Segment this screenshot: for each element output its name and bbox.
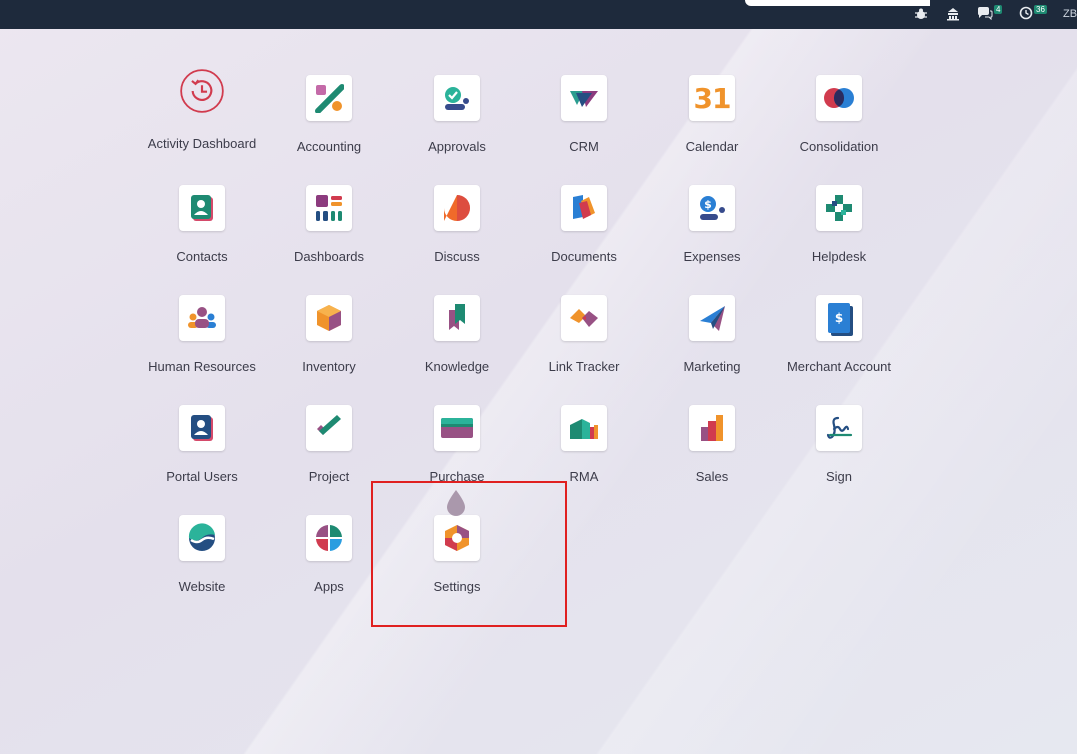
approvals-icon [434, 75, 480, 121]
user-avatar[interactable]: ZB [1063, 4, 1077, 24]
app-merchant-account[interactable]: $ Merchant Account [775, 295, 903, 374]
website-icon [179, 515, 225, 561]
purchase-icon [434, 405, 480, 451]
dashboards-icon [306, 185, 352, 231]
app-label: Link Tracker [548, 359, 620, 374]
app-label: Discuss [434, 249, 480, 264]
app-label: Calendar [685, 139, 739, 154]
app-label: Accounting [296, 139, 362, 154]
app-contacts[interactable]: Contacts [138, 185, 266, 264]
merchant-account-icon: $ [816, 295, 862, 341]
app-expenses[interactable]: $ Expenses [648, 185, 776, 264]
app-rma[interactable]: RMA [520, 405, 648, 484]
search-panel-edge [745, 0, 930, 6]
app-label: Sign [825, 469, 853, 484]
app-label: Documents [551, 249, 617, 264]
sales-icon [689, 405, 735, 451]
activities-count-badge: 36 [1034, 4, 1047, 14]
human-resources-icon [179, 295, 225, 341]
app-label: Helpdesk [811, 249, 867, 264]
inventory-icon [306, 295, 352, 341]
documents-icon [561, 185, 607, 231]
app-label: Website [178, 579, 226, 594]
project-icon [306, 405, 352, 451]
bug-icon[interactable] [914, 4, 928, 24]
switch-company-icon[interactable] [945, 4, 961, 24]
expenses-icon: $ [689, 185, 735, 231]
consolidation-icon [816, 75, 862, 121]
app-label: Activity Dashboard [147, 136, 257, 151]
app-approvals[interactable]: Approvals [393, 75, 521, 154]
app-label: Knowledge [424, 359, 490, 374]
app-label: Human Resources [148, 359, 256, 374]
app-label: Sales [695, 469, 729, 484]
calendar-day-text: 31 [693, 81, 732, 115]
marketing-icon [689, 295, 735, 341]
discuss-icon [434, 185, 480, 231]
app-calendar[interactable]: 31 Calendar [648, 75, 776, 154]
app-discuss[interactable]: Discuss [393, 185, 521, 264]
contacts-icon [179, 185, 225, 231]
app-knowledge[interactable]: Knowledge [393, 295, 521, 374]
messaging-icon [977, 6, 993, 23]
app-documents[interactable]: Documents [520, 185, 648, 264]
app-label: Portal Users [166, 469, 238, 484]
app-accounting[interactable]: Accounting [265, 75, 393, 154]
accounting-icon [306, 75, 352, 121]
activities-menu[interactable]: 36 [1019, 4, 1047, 24]
app-link-tracker[interactable]: Link Tracker [520, 295, 648, 374]
messages-count-badge: 4 [994, 4, 1003, 14]
crm-icon [561, 75, 607, 121]
svg-text:$: $ [704, 198, 712, 211]
app-helpdesk[interactable]: Helpdesk [775, 185, 903, 264]
apps-icon [306, 515, 352, 561]
activity-dashboard-icon [179, 69, 225, 118]
app-sign[interactable]: Sign [775, 405, 903, 484]
messaging-menu[interactable]: 4 [977, 4, 1003, 24]
app-inventory[interactable]: Inventory [265, 295, 393, 374]
app-consolidation[interactable]: Consolidation [775, 75, 903, 154]
portal-users-icon [179, 405, 225, 451]
dollar-sign-text: $ [834, 311, 844, 325]
app-label: Consolidation [799, 139, 879, 154]
app-activity-dashboard[interactable]: Activity Dashboard [138, 69, 266, 151]
app-sales[interactable]: Sales [648, 405, 776, 484]
app-marketing[interactable]: Marketing [648, 295, 776, 374]
highlight-box [371, 481, 567, 627]
app-label: Expenses [683, 249, 741, 264]
app-label: Contacts [176, 249, 228, 264]
app-label: CRM [569, 139, 599, 154]
app-label: Inventory [302, 359, 356, 374]
rma-icon [561, 405, 607, 451]
app-label: Dashboards [293, 249, 365, 264]
app-project[interactable]: Project [265, 405, 393, 484]
app-dashboards[interactable]: Dashboards [265, 185, 393, 264]
sign-icon [816, 405, 862, 451]
knowledge-icon [434, 295, 480, 341]
app-website[interactable]: Website [138, 515, 266, 594]
link-tracker-icon [561, 295, 607, 341]
calendar-icon: 31 [689, 75, 735, 121]
app-crm[interactable]: CRM [520, 75, 648, 154]
app-purchase[interactable]: Purchase [393, 405, 521, 484]
helpdesk-icon [816, 185, 862, 231]
app-label: Approvals [428, 139, 486, 154]
activity-clock-icon [1019, 6, 1033, 23]
app-label: Merchant Account [786, 359, 892, 374]
app-human-resources[interactable]: Human Resources [138, 295, 266, 374]
app-portal-users[interactable]: Portal Users [138, 405, 266, 484]
app-label: Marketing [683, 359, 741, 374]
